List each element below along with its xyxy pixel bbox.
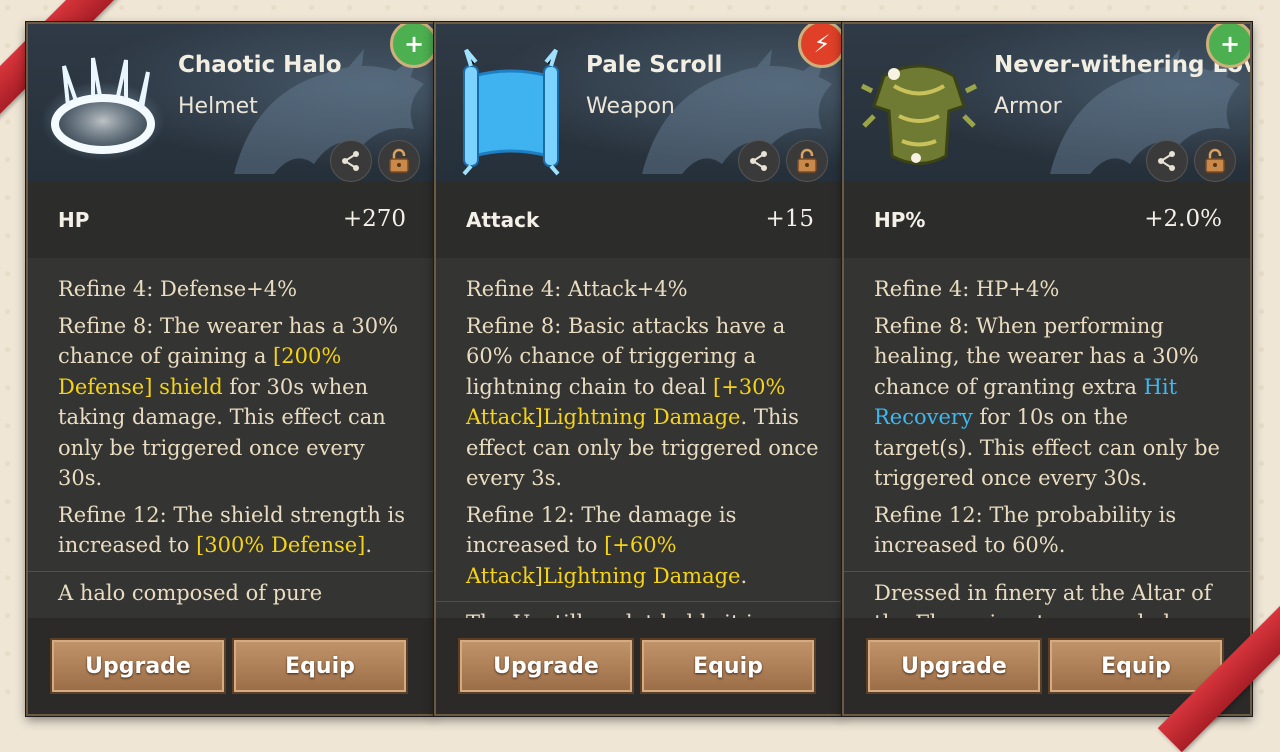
- stat-name: Attack: [466, 208, 540, 232]
- refine-description-scroll[interactable]: Refine 4: Defense+4% Refine 8: The weare…: [28, 258, 434, 618]
- halo-item-icon: [41, 57, 165, 161]
- stat-value: +15: [765, 206, 814, 232]
- plus-badge-icon: +: [390, 24, 434, 68]
- plus-badge-icon: +: [1206, 24, 1250, 68]
- unlock-icon: [1205, 148, 1225, 173]
- scroll-item-icon: [462, 48, 560, 176]
- lore-text: A halo composed of pure: [58, 580, 323, 605]
- divider: [28, 570, 434, 572]
- armor-item-icon: [860, 64, 978, 165]
- refine-12-text: Refine 12: The damage is increased to [+…: [466, 502, 748, 588]
- item-type: Helmet: [178, 94, 258, 119]
- item-card-helmet: Chaotic Halo Helmet + HP +270 Refine 4: …: [26, 22, 436, 716]
- equip-button[interactable]: Equip: [1048, 638, 1224, 694]
- item-card-weapon: Pale Scroll Weapon ⚡ Attack +15 Refine 4…: [434, 22, 844, 716]
- unlock-icon: [797, 148, 817, 173]
- lightning-badge-icon: ⚡: [798, 24, 842, 68]
- refine-4-text: Refine 4: Defense+4%: [58, 277, 298, 301]
- refine-4-text: Refine 4: HP+4%: [874, 277, 1060, 301]
- lock-toggle-button[interactable]: [378, 140, 420, 182]
- action-bar: Upgrade Equip: [28, 618, 434, 714]
- share-icon: [750, 151, 767, 171]
- share-icon: [1158, 151, 1175, 171]
- card-header: Never-withering Love Armor +: [844, 24, 1250, 182]
- upgrade-button[interactable]: Upgrade: [50, 638, 226, 694]
- item-type: Armor: [994, 94, 1062, 119]
- main-stat-row: Attack +15: [436, 182, 842, 259]
- main-stat-row: HP +270: [28, 182, 434, 259]
- lock-toggle-button[interactable]: [1194, 140, 1236, 182]
- main-stat-row: HP% +2.0%: [844, 182, 1250, 259]
- card-header: Chaotic Halo Helmet +: [28, 24, 434, 182]
- equip-button[interactable]: Equip: [640, 638, 816, 694]
- refine-description-scroll[interactable]: Refine 4: HP+4% Refine 8: When performin…: [844, 258, 1250, 618]
- lock-toggle-button[interactable]: [786, 140, 828, 182]
- divider: [436, 601, 842, 602]
- stat-value: +2.0%: [1144, 206, 1222, 232]
- item-card-armor: Never-withering Love Armor + HP% +2.0% R…: [842, 22, 1252, 716]
- action-bar: Upgrade Equip: [436, 618, 842, 714]
- refine-8-text: Refine 8: Basic attacks have a 60% chanc…: [466, 313, 819, 491]
- refine-8-text: Refine 8: When performing healing, the w…: [874, 313, 1220, 491]
- refine-12-highlight: [300% Defense]: [196, 533, 366, 557]
- item-name: Pale Scroll: [586, 52, 723, 78]
- card-header: Pale Scroll Weapon ⚡: [436, 24, 842, 182]
- stat-name: HP: [58, 208, 90, 232]
- item-name: Chaotic Halo: [178, 52, 342, 78]
- share-button[interactable]: [1146, 140, 1188, 182]
- refine-4-text: Refine 4: Attack+4%: [466, 277, 688, 301]
- refine-12-text: Refine 12: The probability is increased …: [874, 502, 1177, 558]
- share-icon: [342, 151, 359, 171]
- refine-description-scroll[interactable]: Refine 4: Attack+4% Refine 8: Basic atta…: [436, 258, 842, 618]
- refine-12-text: Refine 12: The shield strength is increa…: [58, 502, 406, 558]
- share-button[interactable]: [330, 140, 372, 182]
- lore-text: The Unstill zealot holds it in: [466, 608, 820, 618]
- refine-8-text: Refine 8: The wearer has a 30% chance of…: [58, 313, 399, 491]
- stat-name: HP%: [874, 208, 926, 232]
- item-type: Weapon: [586, 94, 675, 119]
- lore-text: Dressed in finery at the Altar of the Fl…: [874, 580, 1212, 619]
- share-button[interactable]: [738, 140, 780, 182]
- stat-value: +270: [342, 206, 406, 232]
- equip-button[interactable]: Equip: [232, 638, 408, 694]
- upgrade-button[interactable]: Upgrade: [866, 638, 1042, 694]
- unlock-icon: [389, 148, 409, 173]
- upgrade-button[interactable]: Upgrade: [458, 638, 634, 694]
- divider: [844, 570, 1250, 572]
